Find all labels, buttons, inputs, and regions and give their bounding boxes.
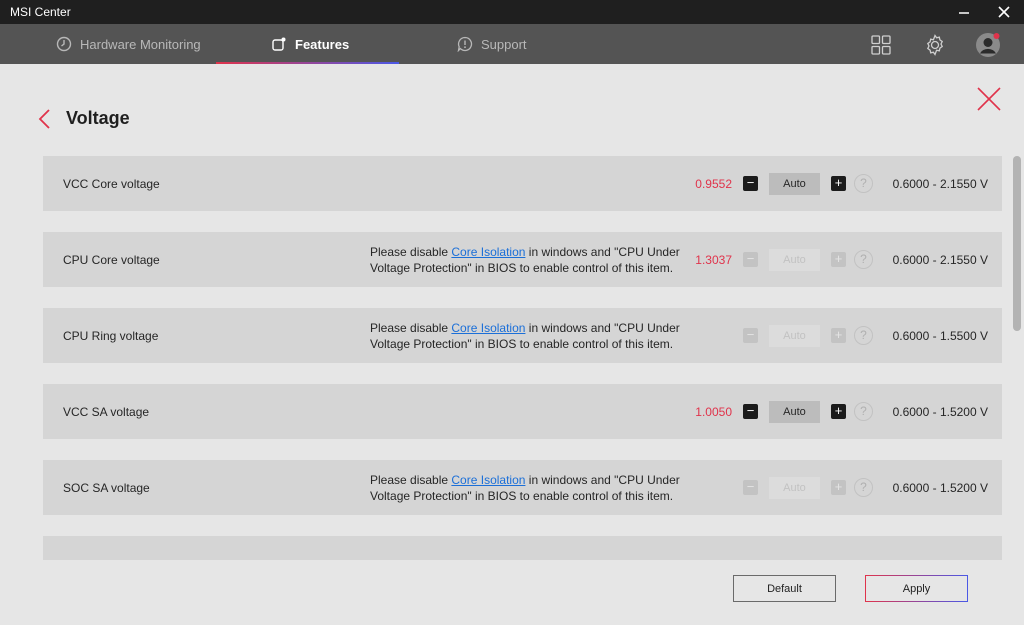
decrease-button[interactable]: − [743, 328, 758, 343]
tab-hardware-monitoring[interactable]: Hardware Monitoring [56, 24, 201, 64]
window-title: MSI Center [10, 5, 71, 19]
avatar[interactable] [975, 32, 1001, 58]
note-text: Please disable [370, 321, 452, 335]
avatar-icon [976, 33, 1000, 57]
grid-icon [871, 35, 891, 55]
voltage-row-vcc-sa: VCC SA voltage 1.0050 − Auto + ? 0.6000 … [43, 384, 1002, 439]
row-label: SOC SA voltage [63, 481, 150, 495]
help-icon[interactable]: ? [854, 250, 873, 269]
row-label: CPU Core voltage [63, 253, 160, 267]
voltage-row-cpu-ring: CPU Ring voltage Please disable Core Iso… [43, 308, 1002, 363]
voltage-range: 0.6000 - 2.1550 V [892, 177, 988, 191]
voltage-row-vcc-core: VCC Core voltage 0.9552 − Auto + ? 0.600… [43, 156, 1002, 211]
voltage-row-soc-sa: SOC SA voltage Please disable Core Isola… [43, 460, 1002, 515]
decrease-button[interactable]: − [743, 404, 758, 419]
core-isolation-link[interactable]: Core Isolation [451, 321, 525, 335]
row-label: VCC Core voltage [63, 177, 160, 191]
disabled-note: Please disable Core Isolation in windows… [370, 472, 690, 504]
disabled-note: Please disable Core Isolation in windows… [370, 244, 690, 276]
help-icon[interactable]: ? [854, 402, 873, 421]
minimize-button[interactable] [946, 2, 982, 22]
decrease-button[interactable]: − [743, 252, 758, 267]
increase-button[interactable]: + [831, 176, 846, 191]
increase-button[interactable]: + [831, 252, 846, 267]
close-icon [977, 87, 1001, 111]
grid-view-button[interactable] [868, 32, 894, 58]
top-nav: Hardware Monitoring Features Support [0, 24, 1024, 64]
hardware-monitoring-icon [56, 36, 72, 52]
voltage-range: 0.6000 - 1.5500 V [892, 329, 988, 343]
auto-button[interactable]: Auto [769, 249, 820, 271]
window-close-icon [998, 6, 1010, 18]
row-label: VCC SA voltage [63, 405, 150, 419]
tab-features-label: Features [295, 36, 350, 52]
footer: Default Apply [0, 560, 1024, 625]
auto-button[interactable]: Auto [769, 401, 820, 423]
help-icon[interactable]: ? [854, 326, 873, 345]
default-button[interactable]: Default [733, 575, 836, 602]
note-text: Please disable [370, 245, 452, 259]
tab-hardware-monitoring-label: Hardware Monitoring [80, 36, 201, 52]
title-bar: MSI Center [0, 0, 1024, 24]
voltage-value: 0.9552 [695, 177, 732, 191]
tab-features[interactable]: Features [271, 24, 349, 64]
voltage-row-cpu-core: CPU Core voltage Please disable Core Iso… [43, 232, 1002, 287]
gear-icon [926, 34, 944, 56]
voltage-range: 0.6000 - 1.5200 V [892, 405, 988, 419]
increase-button[interactable]: + [831, 328, 846, 343]
core-isolation-link[interactable]: Core Isolation [451, 473, 525, 487]
close-page-button[interactable] [976, 86, 1002, 112]
help-icon[interactable]: ? [854, 174, 873, 193]
features-icon [272, 37, 286, 51]
minimize-icon [959, 12, 969, 14]
voltage-value: 1.0050 [695, 405, 732, 419]
main-content: Voltage VCC Core voltage 0.9552 − Auto +… [0, 64, 1024, 625]
auto-button[interactable]: Auto [769, 325, 820, 347]
back-icon [38, 109, 50, 129]
page-title: Voltage [66, 108, 130, 128]
apply-button[interactable]: Apply [865, 575, 968, 602]
back-button[interactable] [36, 108, 56, 130]
disabled-note: Please disable Core Isolation in windows… [370, 320, 690, 352]
window-close-button[interactable] [986, 2, 1022, 22]
decrease-button[interactable]: − [743, 176, 758, 191]
row-label: CPU Ring voltage [63, 329, 159, 343]
decrease-button[interactable]: − [743, 480, 758, 495]
increase-button[interactable]: + [831, 404, 846, 419]
auto-button[interactable]: Auto [769, 477, 820, 499]
scrollbar-thumb[interactable] [1013, 156, 1021, 331]
voltage-value: 1.3037 [695, 253, 732, 267]
tab-support-label: Support [481, 36, 527, 52]
core-isolation-link[interactable]: Core Isolation [451, 245, 525, 259]
voltage-range: 0.6000 - 2.1550 V [892, 253, 988, 267]
auto-button[interactable]: Auto [769, 173, 820, 195]
increase-button[interactable]: + [831, 480, 846, 495]
support-icon [457, 36, 473, 52]
settings-button[interactable] [922, 32, 948, 58]
voltage-range: 0.6000 - 1.5200 V [892, 481, 988, 495]
tab-support[interactable]: Support [457, 24, 527, 64]
note-text: Please disable [370, 473, 452, 487]
help-icon[interactable]: ? [854, 478, 873, 497]
